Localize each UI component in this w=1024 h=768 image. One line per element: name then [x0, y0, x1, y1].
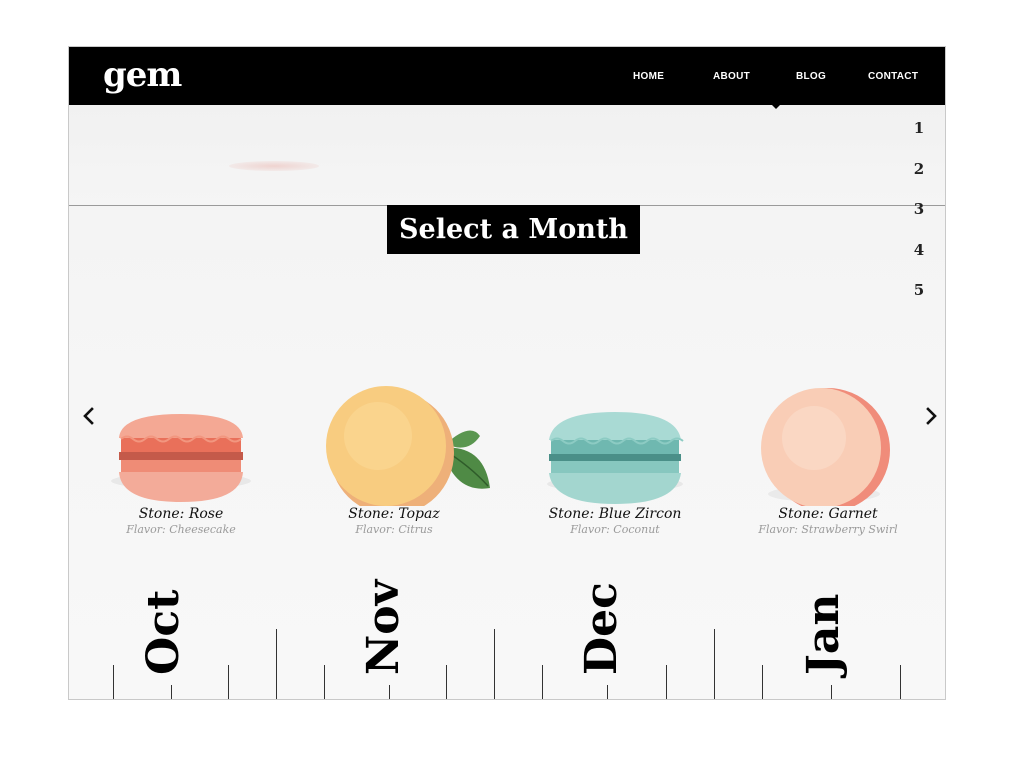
- ruler-tick: [113, 665, 114, 699]
- page-1[interactable]: 1: [909, 119, 929, 160]
- previous-slide-shadow: [229, 161, 319, 171]
- nav-active-caret: [771, 104, 781, 109]
- month-oct[interactable]: Oct: [138, 590, 189, 675]
- month-jan[interactable]: Jan: [798, 594, 849, 675]
- ruler-tick: [324, 665, 325, 699]
- stone-name: Stone: Topaz: [348, 506, 440, 522]
- flavor-name: Flavor: Coconut: [570, 523, 660, 536]
- macaron-garnet-image: [728, 326, 928, 512]
- stone-name: Stone: Blue Zircon: [548, 506, 682, 522]
- ruler-tick: [228, 665, 229, 699]
- ruler-tick: [900, 665, 901, 699]
- ruler-tick: [666, 665, 667, 699]
- nav-blog[interactable]: BLOG: [796, 71, 826, 82]
- ruler-tick: [831, 685, 832, 699]
- ruler-tick: [171, 685, 172, 699]
- flavor-name: Flavor: Citrus: [355, 523, 433, 536]
- ruler-tick: [714, 629, 715, 699]
- ruler-tick: [762, 665, 763, 699]
- page-2[interactable]: 2: [909, 160, 929, 201]
- flavor-name: Flavor: Strawberry Swirl: [758, 523, 898, 536]
- stone-name: Stone: Rose: [138, 506, 224, 522]
- flavor-name: Flavor: Cheesecake: [126, 523, 236, 536]
- nav-contact[interactable]: CONTACT: [868, 71, 918, 82]
- page-4[interactable]: 4: [909, 241, 929, 282]
- ruler-tick: [607, 685, 608, 699]
- pagination: 1 2 3 4 5: [909, 119, 929, 322]
- month-dec[interactable]: Dec: [576, 582, 627, 675]
- month-nov[interactable]: Nov: [358, 580, 409, 675]
- site-header: gem HOME ABOUT BLOG CONTACT: [69, 47, 945, 105]
- macaron-rose-image: [81, 326, 281, 506]
- carousel-item-blue-zircon[interactable]: Stone: Blue Zircon Flavor: Coconut: [515, 326, 715, 536]
- carousel-item-topaz[interactable]: Stone: Topaz Flavor: Citrus: [294, 326, 494, 536]
- macaron-topaz-image: [294, 326, 494, 515]
- ruler-tick: [446, 665, 447, 699]
- page-3[interactable]: 3: [909, 200, 929, 241]
- ruler-tick: [276, 629, 277, 699]
- page-frame: gem HOME ABOUT BLOG CONTACT 1 2 3 4 5 St…: [68, 46, 946, 700]
- carousel-item-garnet[interactable]: Stone: Garnet Flavor: Strawberry Swirl: [728, 326, 928, 536]
- page-5[interactable]: 5: [909, 281, 929, 322]
- ruler-tick: [542, 665, 543, 699]
- logo[interactable]: gem: [103, 55, 182, 95]
- nav-about[interactable]: ABOUT: [713, 71, 750, 82]
- month-ruler: Oct Nov Dec Jan: [69, 567, 945, 699]
- carousel-item-rose[interactable]: Stone: Rose Flavor: Cheesecake: [81, 326, 281, 536]
- stone-name: Stone: Garnet: [778, 506, 878, 522]
- top-band: [69, 105, 945, 206]
- ruler-tick: [494, 629, 495, 699]
- page-title: Select a Month: [387, 205, 640, 254]
- macaron-blue-zircon-image: [515, 326, 715, 506]
- ruler-tick: [389, 685, 390, 699]
- nav-home[interactable]: HOME: [633, 71, 664, 82]
